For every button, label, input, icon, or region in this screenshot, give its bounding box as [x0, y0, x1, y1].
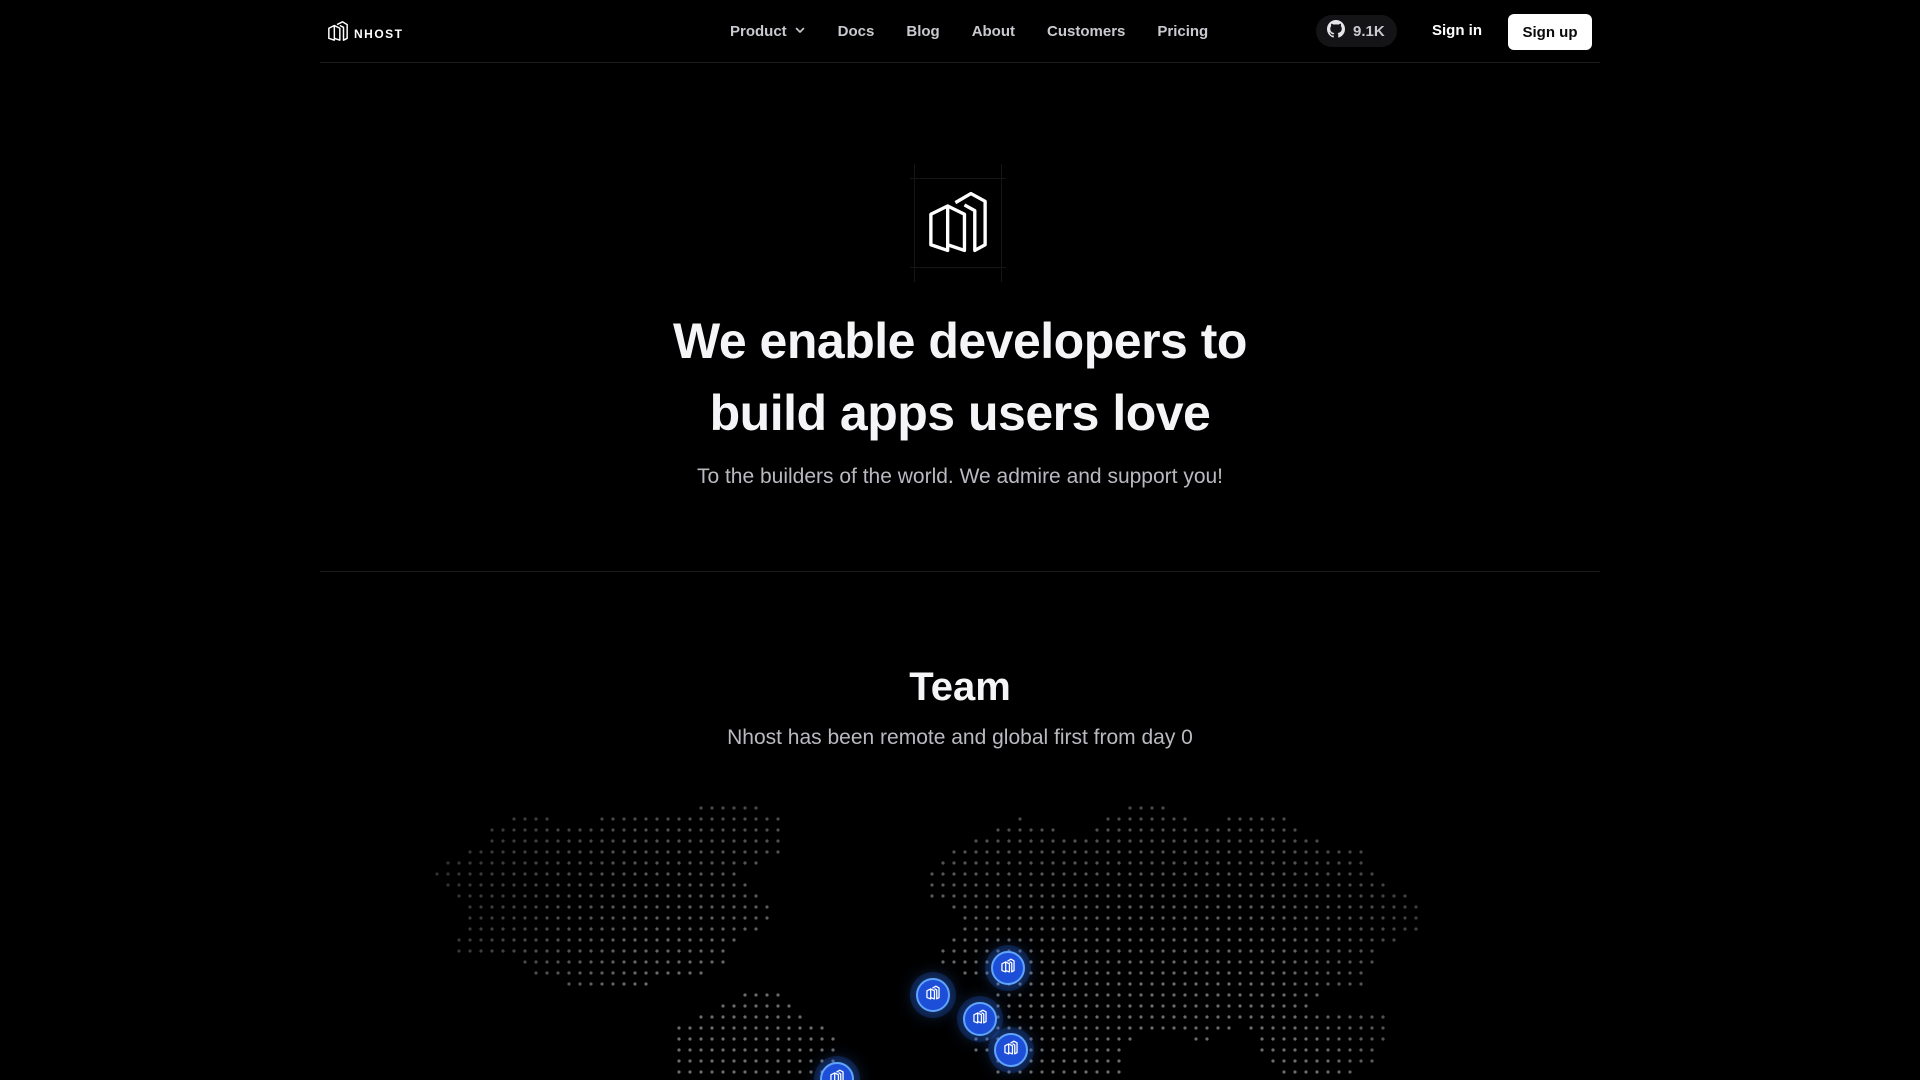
menu-item-product[interactable]: Product: [730, 22, 806, 40]
team-section-title: Team: [909, 665, 1011, 709]
sign-in-link[interactable]: Sign in: [1432, 22, 1482, 39]
brand-logo-link[interactable]: NHOST: [327, 20, 404, 47]
chevron-down-icon: [794, 23, 806, 40]
main-menu: Product Docs Blog About Customers Pricin…: [730, 22, 1208, 40]
menu-item-label: Product: [730, 22, 787, 40]
menu-item-customers[interactable]: Customers: [1047, 23, 1125, 40]
hero-title-line-2: build apps users love: [709, 385, 1211, 441]
menu-item-blog[interactable]: Blog: [906, 23, 939, 40]
team-member-marker[interactable]: [963, 1002, 997, 1036]
nhost-logo-icon: [830, 1069, 844, 1080]
nhost-logo-icon: [1004, 1040, 1018, 1060]
menu-item-docs[interactable]: Docs: [838, 23, 875, 40]
team-section-subtitle: Nhost has been remote and global first f…: [727, 726, 1193, 749]
hero-logo-frame: [910, 164, 1006, 282]
hero-title: We enable developers to build apps users…: [460, 305, 1460, 449]
github-stars-button[interactable]: 9.1K: [1316, 15, 1397, 47]
nhost-logo-icon: [327, 20, 349, 47]
section-divider: [320, 571, 1600, 572]
sign-up-button[interactable]: Sign up: [1508, 14, 1592, 50]
hero-subtitle: To the builders of the world. We admire …: [696, 465, 1224, 488]
team-member-marker[interactable]: [994, 1033, 1028, 1067]
nhost-logo-icon: [927, 188, 989, 261]
team-member-marker[interactable]: [991, 951, 1025, 985]
top-navbar: NHOST Product Docs Blog About Customers …: [320, 0, 1600, 63]
team-member-marker[interactable]: [916, 978, 950, 1012]
nhost-logo-icon: [926, 985, 940, 1005]
github-icon: [1327, 19, 1345, 43]
menu-item-about[interactable]: About: [972, 23, 1015, 40]
dotted-world-map: [435, 806, 1418, 1074]
brand-name: NHOST: [354, 26, 404, 41]
team-world-map: [420, 780, 1500, 1080]
nhost-logo-icon: [1001, 958, 1015, 978]
menu-item-pricing[interactable]: Pricing: [1157, 23, 1208, 40]
hero-title-line-1: We enable developers to: [673, 313, 1247, 369]
nhost-logo-icon: [973, 1009, 987, 1029]
github-star-count: 9.1K: [1353, 22, 1385, 40]
